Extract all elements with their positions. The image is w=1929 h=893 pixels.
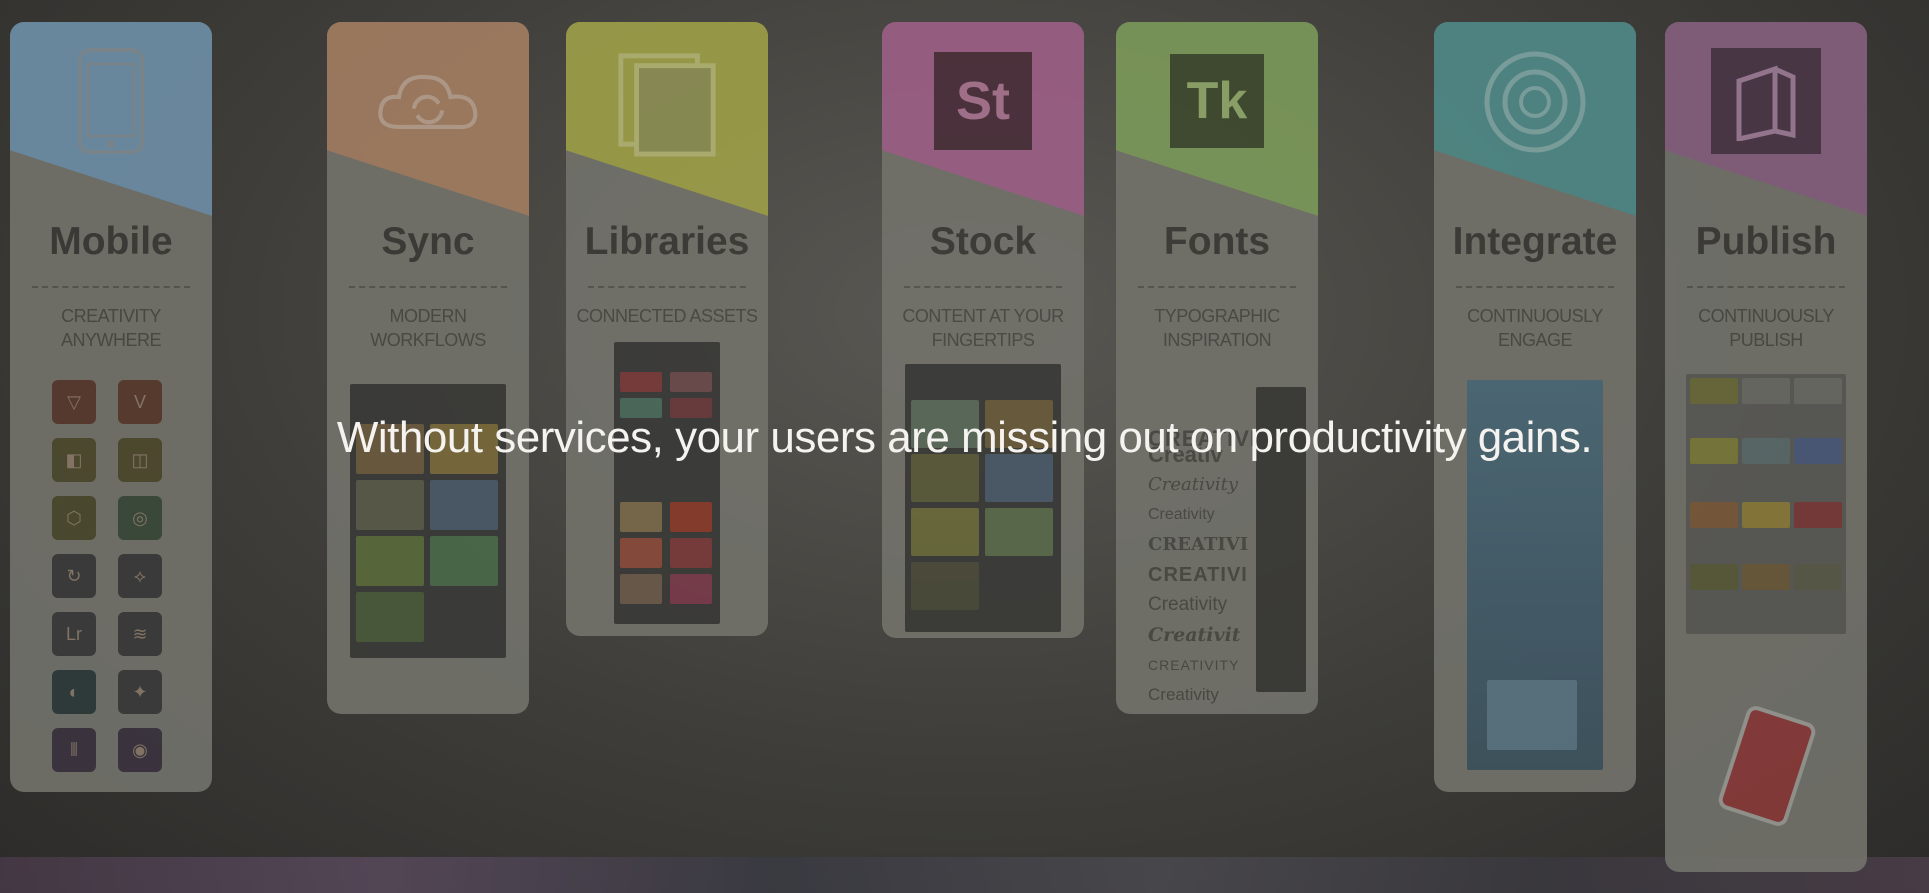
- overlay-message: Without services, your users are missing…: [336, 413, 1593, 462]
- mobile-phone-icon: [57, 48, 165, 156]
- card-subtitle: Continuously Publish: [1698, 306, 1834, 350]
- card-subtitle: Creativity Anywhere: [60, 306, 162, 350]
- card-title: Fonts: [1163, 220, 1271, 263]
- divider: [32, 286, 190, 288]
- card-subtitle: Content at your fingertips: [902, 306, 1064, 350]
- card-mobile: Mobile Creativity Anywhere ▽ V ◧ ◫ ⬡ ◎ ↻…: [10, 22, 212, 792]
- publish-icon: [1711, 48, 1821, 154]
- card-title: Mobile: [49, 220, 173, 263]
- card-libraries: Libraries Connected Assets: [566, 22, 768, 636]
- divider: [1138, 286, 1296, 288]
- font-sample: Creativity: [1148, 474, 1239, 495]
- app-screenshot: [905, 364, 1061, 632]
- card-subtitle: Typographic Inspiration: [1154, 306, 1280, 350]
- card-title: Sync: [381, 220, 475, 263]
- app-icon: ✦: [118, 670, 162, 714]
- phone-in-hand: [1716, 703, 1818, 829]
- integrate-icon: [1481, 48, 1589, 156]
- card-title: Publish: [1695, 220, 1837, 263]
- bottom-strip: [0, 857, 1929, 893]
- card-fonts: Tk Fonts Typographic Inspiration CREATIV…: [1116, 22, 1318, 714]
- cloud-sync-icon: [374, 48, 482, 156]
- card-subtitle: Continuously Engage: [1467, 306, 1603, 350]
- app-icon: ⟡: [118, 554, 162, 598]
- card-sync: Sync Modern Workflows: [327, 22, 529, 714]
- app-icon: ◎: [118, 496, 162, 540]
- font-sample: CREATIVI: [1148, 564, 1248, 586]
- lightroom-icon: Lr: [52, 612, 96, 656]
- app-icon: ◉: [118, 728, 162, 772]
- divider: [349, 286, 507, 288]
- card-subtitle: Modern Workflows: [370, 306, 486, 350]
- card-stock: St Stock Content at your fingertips: [882, 22, 1084, 638]
- divider: [1456, 286, 1614, 288]
- card-title: Libraries: [584, 220, 750, 263]
- app-screenshot: [614, 342, 720, 624]
- font-sample: Creativity: [1148, 506, 1215, 523]
- app-icon: ⬡: [52, 496, 96, 540]
- font-sample: Creativity: [1148, 594, 1228, 615]
- app-icon: ◐: [52, 670, 96, 714]
- font-sample: CREATIVITY: [1148, 657, 1240, 673]
- divider: [1687, 286, 1845, 288]
- app-icon: ≋: [118, 612, 162, 656]
- font-sample: Creativit: [1148, 624, 1241, 646]
- divider: [904, 286, 1062, 288]
- font-sample-list: CREATIVI Creativ Creativity Creativity C…: [1148, 424, 1253, 710]
- libraries-icon: [613, 48, 721, 157]
- card-integrate: Integrate Continuously Engage: [1434, 22, 1636, 792]
- card-title: Stock: [929, 220, 1037, 263]
- card-title: Integrate: [1452, 220, 1618, 263]
- app-icon: ↻: [52, 554, 96, 598]
- typekit-icon: Tk: [1170, 54, 1264, 148]
- stock-icon: St: [934, 52, 1032, 150]
- font-sample: Creativity: [1148, 685, 1219, 704]
- divider: [588, 286, 746, 288]
- card-subtitle: Connected Assets: [576, 306, 758, 326]
- font-sample: CREATIVI: [1148, 534, 1249, 555]
- app-icon: ⫴: [52, 728, 96, 772]
